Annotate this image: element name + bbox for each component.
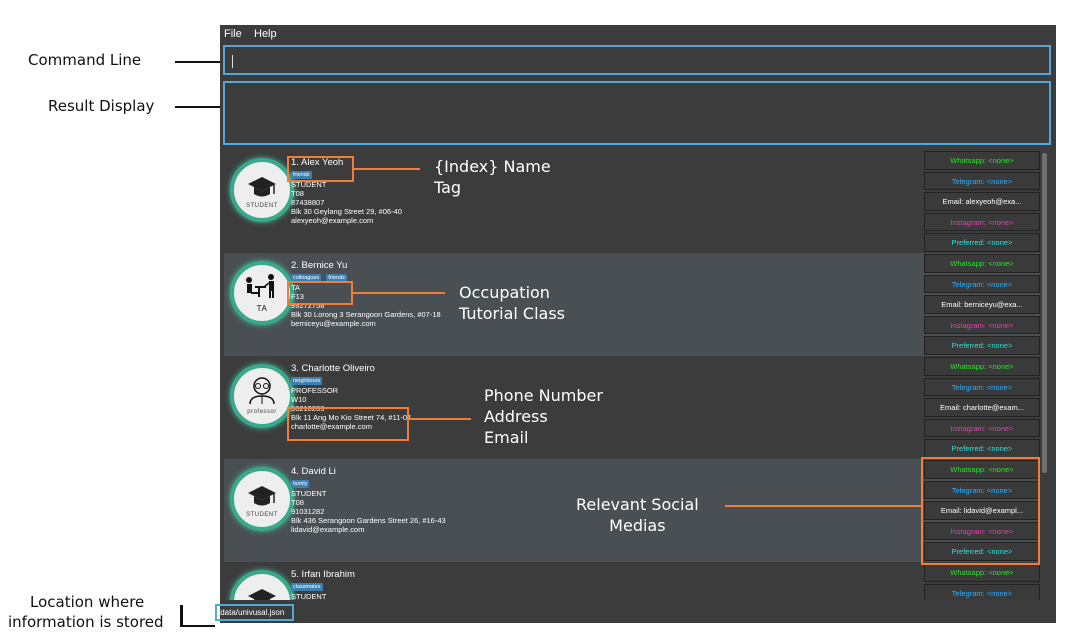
person-address: Blk 30 Lorong 3 Serangoon Gardens, #07-1… bbox=[291, 310, 441, 319]
highlight-contact bbox=[287, 407, 409, 441]
callout-index-name-tag: {Index} Name Tag bbox=[434, 157, 551, 197]
scrollbar[interactable] bbox=[1042, 153, 1047, 473]
person-phone: 91031282 bbox=[291, 507, 325, 516]
graduation-cap-icon: STUDENT bbox=[230, 467, 294, 531]
callout-contact: Phone Number Address Email bbox=[484, 386, 603, 447]
instagram-field[interactable]: Instagram: <none> bbox=[924, 212, 1040, 232]
command-input[interactable] bbox=[223, 45, 1051, 75]
instagram-field[interactable]: Instagram: <none> bbox=[924, 315, 1040, 335]
person-occupation: STUDENT bbox=[291, 592, 327, 600]
annotation-connector bbox=[175, 106, 222, 108]
whatsapp-field[interactable]: Whatsapp: <none> bbox=[924, 563, 1040, 582]
status-bar: /data/univusal.json bbox=[215, 602, 1056, 623]
telegram-field[interactable]: Telegram: <none> bbox=[924, 377, 1040, 397]
telegram-field[interactable]: Telegram: <none> bbox=[924, 274, 1040, 294]
annotation-connector bbox=[175, 61, 222, 63]
annotation-connector bbox=[409, 418, 471, 420]
callout-occupation: Occupation Tutorial Class bbox=[459, 283, 565, 323]
telegram-field[interactable]: Telegram: <none> bbox=[924, 583, 1040, 600]
preferred-field[interactable]: Preferred: <none> bbox=[924, 439, 1040, 458]
highlight-index-name-tag bbox=[287, 156, 354, 182]
teaching-assistant-icon: TA bbox=[230, 261, 294, 325]
person-name: 3. Charlotte Oliveiro bbox=[291, 363, 375, 374]
email-field[interactable]: Email: charlotte@exam... bbox=[924, 398, 1040, 417]
person-address: Blk 436 Serangoon Gardens Street 26, #16… bbox=[291, 516, 446, 525]
email-field[interactable]: Email: berniceyu@exa... bbox=[924, 295, 1040, 314]
callout-social-medias: Relevant Social Medias bbox=[576, 495, 699, 535]
person-tutorial: W10 bbox=[291, 395, 307, 404]
person-address: Blk 30 Geylang Street 29, #06-40 bbox=[291, 207, 402, 216]
instagram-field[interactable]: Instagram: <none> bbox=[924, 418, 1040, 438]
annotation-command-line: Command Line bbox=[28, 51, 142, 69]
annotation-connector bbox=[180, 605, 183, 627]
avatar-label: STUDENT bbox=[246, 203, 278, 209]
telegram-field[interactable]: Telegram: <none> bbox=[924, 171, 1040, 191]
menu-file[interactable]: File bbox=[224, 28, 242, 40]
tag: classmates bbox=[291, 583, 323, 591]
person-tutorial: T08 bbox=[291, 189, 304, 198]
tag: neighbours bbox=[291, 377, 323, 385]
person-info: 5. Irfan Ibrahim classmates STUDENT bbox=[291, 569, 355, 600]
person-info: 4. David Li family STUDENT T08 91031282 … bbox=[291, 466, 446, 534]
storage-path: /data/univusal.json bbox=[215, 604, 294, 621]
annotation-connector bbox=[354, 168, 420, 170]
annotation-result-display: Result Display bbox=[48, 97, 155, 115]
text-cursor bbox=[232, 55, 233, 68]
avatar-label: TA bbox=[256, 304, 268, 313]
person-email: lidavid@example.com bbox=[291, 525, 365, 534]
tag: family bbox=[291, 480, 310, 488]
graduation-cap-icon bbox=[230, 570, 294, 600]
person-name: 5. Irfan Ibrahim bbox=[291, 569, 355, 580]
avatar-label: STUDENT bbox=[246, 512, 278, 518]
email-field[interactable]: Email: alexyeoh@exa... bbox=[924, 192, 1040, 211]
whatsapp-field[interactable]: Whatsapp: <none> bbox=[924, 151, 1040, 170]
annotation-location-line2: information is stored bbox=[8, 613, 164, 631]
person-tutorial: T08 bbox=[291, 498, 304, 507]
preferred-field[interactable]: Preferred: <none> bbox=[924, 233, 1040, 252]
preferred-field[interactable]: Preferred: <none> bbox=[924, 336, 1040, 355]
person-email: berniceyu@example.com bbox=[291, 319, 376, 328]
result-display bbox=[223, 81, 1051, 145]
app-window: File Help STUDENT 1. Alex Yeoh friends S… bbox=[215, 25, 1056, 623]
menu-bar: File Help bbox=[220, 25, 1056, 43]
social-media-panel: Whatsapp: <none> Telegram: <none> Email:… bbox=[924, 254, 1040, 357]
social-media-panel: Whatsapp: <none> Telegram: <none> bbox=[924, 563, 1040, 600]
social-media-panel: Whatsapp: <none> Telegram: <none> Email:… bbox=[924, 357, 1040, 460]
graduation-cap-icon: STUDENT bbox=[230, 158, 294, 222]
person-card[interactable]: 5. Irfan Ibrahim classmates STUDENT What… bbox=[224, 562, 1040, 600]
whatsapp-field[interactable]: Whatsapp: <none> bbox=[924, 357, 1040, 376]
menu-help[interactable]: Help bbox=[254, 28, 277, 40]
annotation-location-line1: Location where bbox=[30, 593, 145, 611]
person-phone: 87438807 bbox=[291, 198, 325, 207]
annotation-connector bbox=[725, 505, 921, 507]
annotation-connector bbox=[353, 292, 445, 294]
highlight-occupation bbox=[287, 281, 353, 305]
person-occupation: STUDENT bbox=[291, 489, 327, 498]
person-name: 4. David Li bbox=[291, 466, 336, 477]
professor-icon: professor bbox=[230, 364, 294, 428]
annotation-connector bbox=[180, 625, 215, 627]
person-occupation: PROFESSOR bbox=[291, 386, 339, 395]
highlight-social-medias bbox=[921, 457, 1040, 565]
whatsapp-field[interactable]: Whatsapp: <none> bbox=[924, 254, 1040, 273]
person-email: alexyeoh@example.com bbox=[291, 216, 374, 225]
avatar-label: professor bbox=[247, 409, 277, 415]
social-media-panel: Whatsapp: <none> Telegram: <none> Email:… bbox=[924, 151, 1040, 254]
person-name: 2. Bernice Yu bbox=[291, 260, 348, 271]
